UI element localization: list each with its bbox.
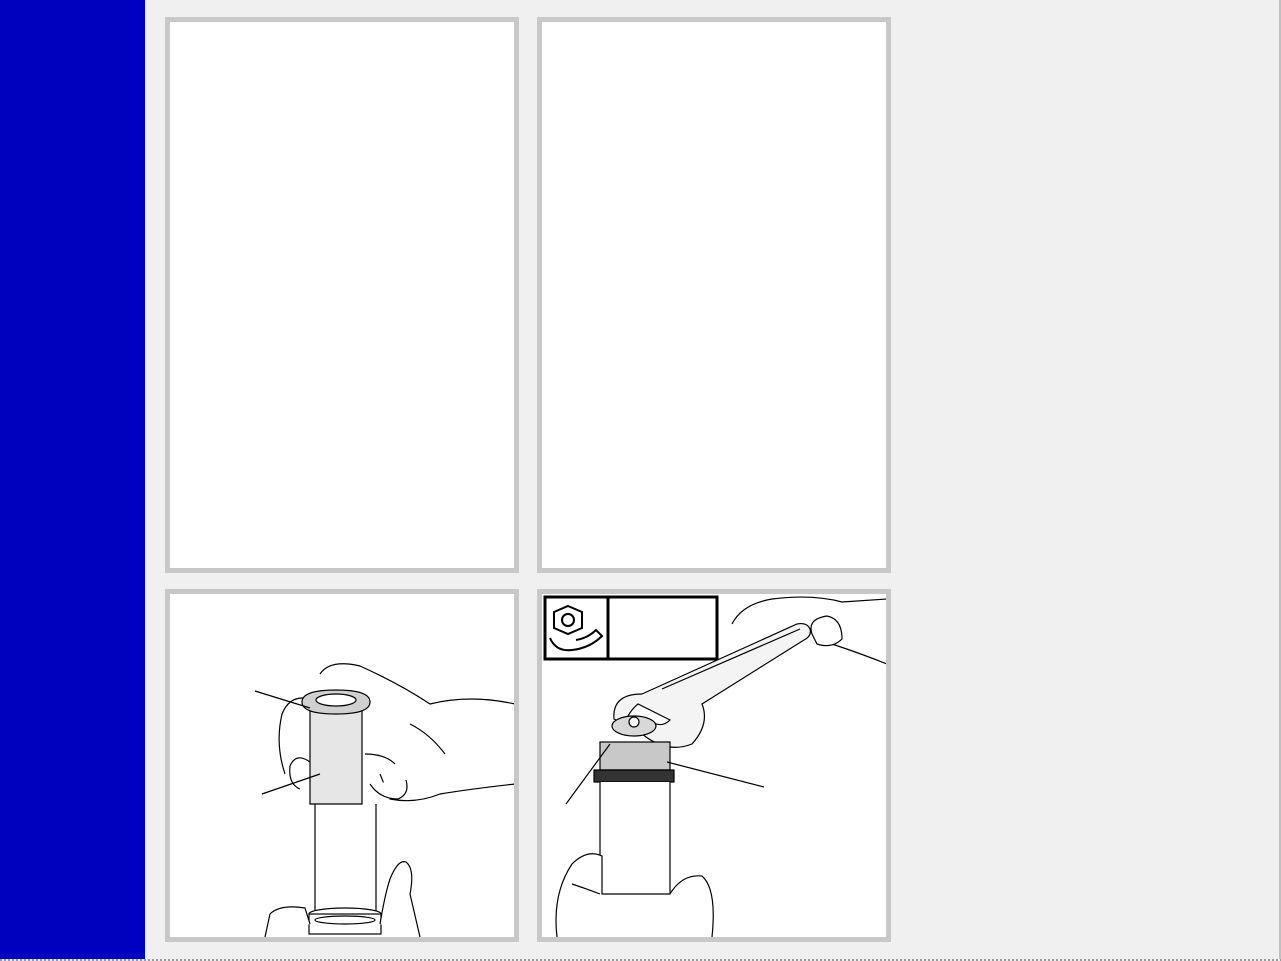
figure-panel-top-left — [165, 17, 519, 573]
bushing-installation-illustration — [254, 663, 514, 937]
figure-panel-bottom-right — [537, 589, 891, 942]
sidebar — [0, 0, 145, 961]
seal-leader — [666, 761, 765, 788]
figure-panel-top-right — [537, 17, 891, 573]
wrench-tightening-illustration — [543, 595, 886, 937]
torque-wrench-symbol-icon — [543, 595, 719, 661]
figure-panel-bottom-left — [165, 589, 519, 942]
